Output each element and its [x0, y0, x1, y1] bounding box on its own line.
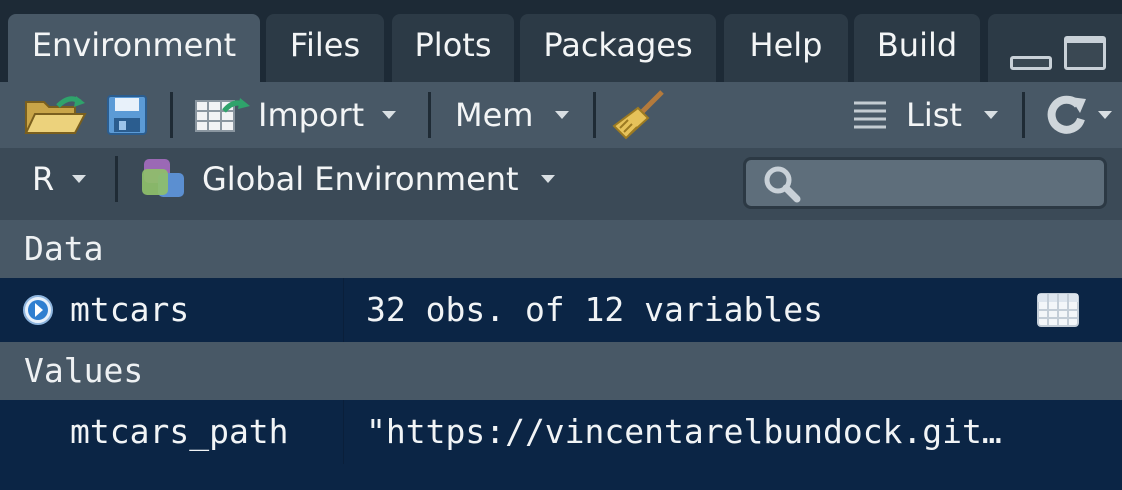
tab-files[interactable]: Files — [266, 14, 384, 82]
clear-workspace-button[interactable] — [612, 82, 666, 148]
chevron-down-icon — [983, 111, 998, 119]
column-divider — [343, 278, 344, 342]
import-table-icon — [195, 98, 250, 132]
refresh-icon — [1047, 95, 1086, 134]
environment-icon — [142, 159, 184, 197]
variable-name: mtcars_path — [70, 412, 289, 451]
language-selector[interactable]: R — [32, 148, 87, 210]
chevron-down-icon — [1098, 111, 1112, 119]
toolbar-separator — [593, 92, 596, 138]
open-folder-icon — [24, 96, 87, 134]
save-icon — [107, 95, 147, 135]
variable-value: 32 obs. of 12 variables — [366, 290, 823, 329]
list-icon — [854, 101, 886, 129]
tab-bar: Environment Files Plots Packages Help Bu… — [0, 0, 1122, 82]
environment-bar: R Global Environment — [0, 148, 1122, 228]
refresh-button[interactable] — [1044, 82, 1112, 148]
toolbar: Import Mem List — [0, 82, 1122, 148]
variable-name: mtcars — [70, 290, 190, 329]
toolbar-separator — [1022, 92, 1025, 138]
view-table-icon[interactable] — [1036, 292, 1080, 328]
chevron-down-icon — [540, 175, 555, 183]
memory-usage-button[interactable]: Mem — [455, 82, 570, 148]
mem-label: Mem — [455, 96, 534, 134]
open-workspace-button[interactable] — [24, 82, 88, 148]
tab-plots[interactable]: Plots — [392, 14, 514, 82]
window-controls — [988, 14, 1122, 82]
expand-icon[interactable] — [22, 294, 54, 326]
tab-packages[interactable]: Packages — [520, 14, 716, 82]
tab-build[interactable]: Build — [854, 14, 980, 82]
tab-help[interactable]: Help — [724, 14, 848, 82]
view-mode-label: List — [906, 96, 962, 134]
environment-selector[interactable]: Global Environment — [140, 148, 555, 210]
column-divider — [343, 400, 344, 464]
tab-environment[interactable]: Environment — [8, 14, 260, 82]
value-row[interactable]: mtcars_path "https://vincentarelbundock.… — [0, 400, 1122, 464]
chevron-down-icon — [382, 111, 397, 119]
toolbar-separator — [115, 156, 118, 202]
variable-value: "https://vincentarelbundock.git… — [366, 412, 1002, 451]
values-section-header: Values — [0, 342, 1122, 400]
chevron-down-icon — [72, 175, 87, 183]
toolbar-separator — [428, 92, 431, 138]
maximize-icon[interactable] — [1064, 36, 1106, 70]
search-icon — [764, 166, 801, 203]
broom-icon — [612, 90, 664, 140]
view-mode-button[interactable]: List — [852, 82, 998, 148]
search-input[interactable] — [743, 157, 1107, 209]
language-label: R — [32, 160, 55, 198]
minimize-icon[interactable] — [1010, 56, 1052, 70]
import-dataset-button[interactable]: Import — [194, 82, 397, 148]
chevron-down-icon — [555, 111, 570, 119]
data-row[interactable]: mtcars 32 obs. of 12 variables — [0, 278, 1122, 342]
import-label: Import — [258, 96, 365, 134]
data-section-header: Data — [0, 220, 1122, 278]
environment-label: Global Environment — [202, 160, 519, 198]
save-workspace-button[interactable] — [106, 82, 148, 148]
toolbar-separator — [170, 92, 173, 138]
